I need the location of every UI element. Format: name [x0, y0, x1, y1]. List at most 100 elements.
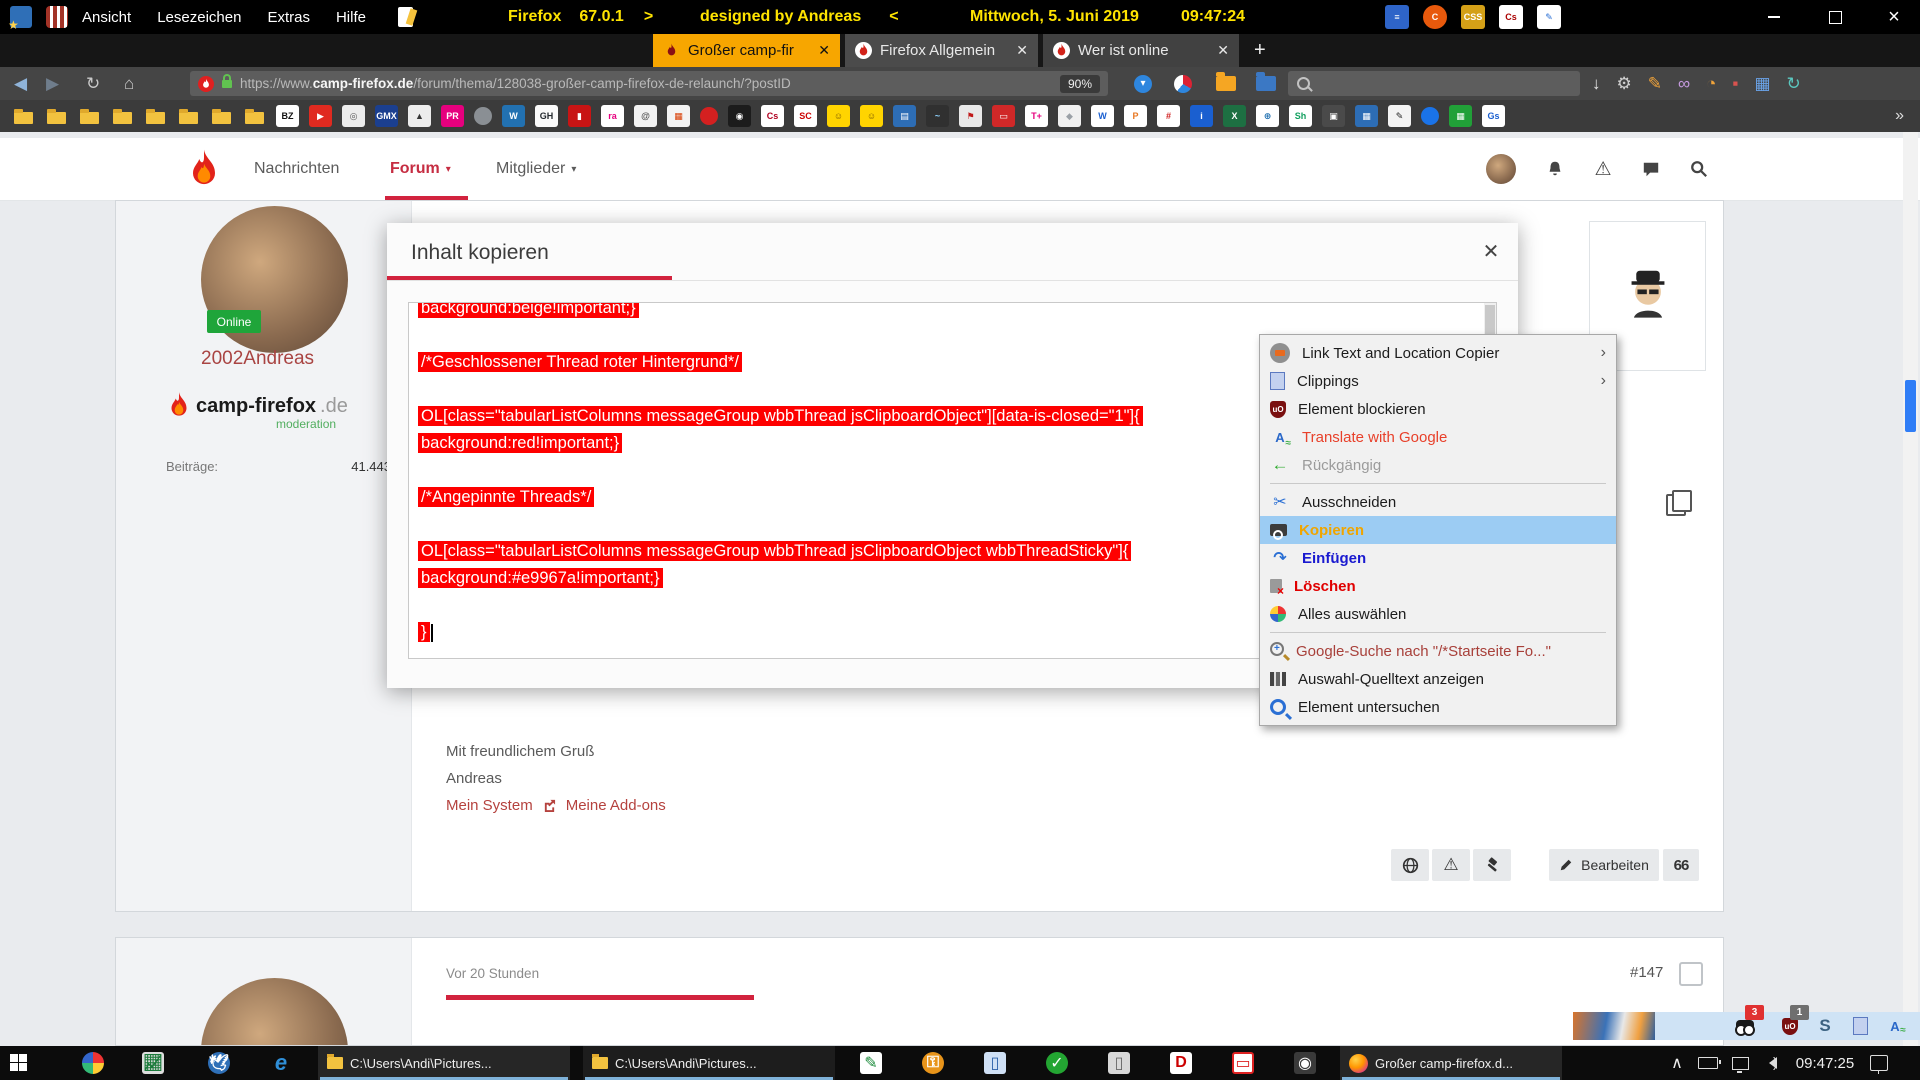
bookmark-icon[interactable]: BZ	[276, 105, 299, 127]
bookmark-icon[interactable]: T+	[1025, 105, 1048, 127]
list-icon[interactable]: ≡	[1385, 5, 1409, 29]
bookmark-icon[interactable]	[12, 105, 35, 127]
menu-item-ausschneiden[interactable]: ✂Ausschneiden	[1260, 488, 1616, 516]
edit-button[interactable]: Bearbeiten	[1549, 849, 1659, 881]
bookmark-icon[interactable]: #	[1157, 105, 1180, 127]
menu-item-alles-ausw-hlen[interactable]: Alles auswählen	[1260, 600, 1616, 628]
monitor-chart-icon[interactable]: 📈︎	[142, 1052, 164, 1074]
post-age[interactable]: Vor 20 Stunden	[446, 966, 539, 981]
moderate-gavel-button[interactable]	[1473, 849, 1511, 881]
bookmark-icon[interactable]: @	[634, 105, 657, 127]
forward-icon[interactable]: ▶	[46, 67, 59, 100]
menu-item-einf-gen[interactable]: ↷Einfügen	[1260, 544, 1616, 572]
pin-icon[interactable]: ▪	[1732, 74, 1738, 94]
search-icon[interactable]	[1685, 155, 1713, 183]
home-icon[interactable]: ⌂	[124, 67, 134, 100]
bookmark-icon[interactable]: ▦	[667, 105, 690, 127]
css-icon[interactable]: CSS	[1461, 5, 1485, 29]
tab-close-icon[interactable]: ✕	[1016, 42, 1028, 59]
notifications-bell-icon[interactable]	[1541, 155, 1569, 183]
sync-icon[interactable]: ↻	[1787, 74, 1801, 94]
bookmarks-overflow-chevron[interactable]: »	[1895, 107, 1908, 125]
tray-chevron-icon[interactable]: ∧	[1664, 1046, 1690, 1080]
taskbar-firefox-window[interactable]: Großer camp-firefox.d...	[1340, 1046, 1562, 1080]
stats-pie-icon[interactable]	[1174, 67, 1192, 100]
bookmark-icon[interactable]: Sh	[1289, 105, 1312, 127]
bookmark-icon[interactable]: ⊕	[1256, 105, 1279, 127]
edge-icon[interactable]: e	[270, 1052, 292, 1074]
infinity-icon[interactable]: ∞	[1678, 74, 1690, 94]
bookmark-icon[interactable]: ▤	[893, 105, 916, 127]
zoom-level-badge[interactable]: 90%	[1060, 75, 1100, 93]
pocket-icon[interactable]: ▾	[1134, 67, 1152, 100]
menu-item-l-schen[interactable]: Löschen	[1260, 572, 1616, 600]
gray-app-icon[interactable]: ▯	[1108, 1052, 1130, 1074]
new-tab-button[interactable]: +	[1246, 34, 1274, 67]
blue-book-icon[interactable]: ▯	[984, 1052, 1006, 1074]
site-logo-flame[interactable]	[184, 148, 224, 197]
taskbar-clock[interactable]: 09:47:25	[1788, 1046, 1862, 1080]
grid-icon[interactable]: ▦	[1754, 74, 1770, 94]
bookmark-icon[interactable]: W	[1091, 105, 1114, 127]
bookmark-icon[interactable]	[45, 105, 68, 127]
keepass-key-icon[interactable]: ⚿︎	[922, 1052, 944, 1074]
link-mein-system[interactable]: Mein System	[446, 797, 533, 814]
bookmark-icon[interactable]: ▮	[568, 105, 591, 127]
copy-pages-icon[interactable]	[1666, 494, 1686, 516]
page-scrollbar[interactable]	[1903, 132, 1918, 1046]
dialog-close-icon[interactable]: ✕	[1477, 237, 1505, 265]
close-button[interactable]: ×	[1872, 0, 1916, 34]
action-center-icon[interactable]	[1864, 1046, 1894, 1080]
bookmark-icon[interactable]	[144, 105, 167, 127]
browser-tab[interactable]: Firefox Allgemein✕	[845, 34, 1038, 67]
bookmark-icon[interactable]: X	[1223, 105, 1246, 127]
link-meine-addons[interactable]: Meine Add-ons	[566, 797, 666, 814]
nav-item-mitglieder[interactable]: Mitglieder▾	[496, 138, 576, 200]
bookmark-icon[interactable]: ☺	[827, 105, 850, 127]
menu-item-link-text-and-location-copier[interactable]: Link Text and Location Copier›	[1260, 339, 1616, 367]
bookmark-icon[interactable]: ▲	[408, 105, 431, 127]
folder-icon-blue[interactable]	[1256, 67, 1276, 100]
bookmark-icon[interactable]: i	[1190, 105, 1213, 127]
bookmark-icon[interactable]: ▦	[1449, 105, 1472, 127]
menu-item-google-suche-nach-startseite-fo[interactable]: Google-Suche nach "/*Startseite Fo..."	[1260, 637, 1616, 665]
menu-item-element-blockieren[interactable]: uOElement blockieren	[1260, 395, 1616, 423]
red-monitor-icon[interactable]: ▭	[1232, 1052, 1254, 1074]
bookmark-icon[interactable]: GH	[535, 105, 558, 127]
bookmark-icon[interactable]: P	[1124, 105, 1147, 127]
bookmark-icon[interactable]: Gs	[1482, 105, 1505, 127]
bookmark-icon[interactable]	[111, 105, 134, 127]
taskbar-explorer-window-2[interactable]: C:\Users\Andi\Pictures...	[583, 1046, 835, 1080]
scrollbar-thumb[interactable]	[1905, 380, 1916, 432]
browser-tab[interactable]: Wer ist online✕	[1043, 34, 1239, 67]
orange-c-icon[interactable]: C	[1423, 5, 1447, 29]
note-pencil-icon[interactable]	[398, 7, 413, 27]
notepad-icon[interactable]: ✎	[1537, 5, 1561, 29]
post-select-checkbox[interactable]	[1679, 962, 1703, 986]
speaker-icon[interactable]	[1756, 1046, 1784, 1080]
menu-item-r-ckg-ngig[interactable]: ←Rückgängig	[1260, 451, 1616, 479]
user-avatar[interactable]	[1486, 154, 1516, 184]
cs-icon[interactable]: Cs	[1499, 5, 1523, 29]
menu-item-clippings[interactable]: Clippings›	[1260, 367, 1616, 395]
bookmark-icon[interactable]: ◉	[728, 105, 751, 127]
bookmark-icon[interactable]: ✎	[1388, 105, 1411, 127]
d-app-icon[interactable]: D	[1170, 1052, 1192, 1074]
bookmark-icon[interactable]: ▭	[992, 105, 1015, 127]
notes-app-icon[interactable]: ✎	[860, 1052, 882, 1074]
bookmark-icon[interactable]: ⚑	[959, 105, 982, 127]
bookmark-icon[interactable]: ▶	[309, 105, 332, 127]
bookmark-icon[interactable]: SC	[794, 105, 817, 127]
brush-icon[interactable]: ✎	[1648, 74, 1662, 94]
bookmark-icon[interactable]	[1421, 107, 1439, 125]
clippings-icon[interactable]	[1850, 1016, 1870, 1036]
taskbar-explorer-window-1[interactable]: C:\Users\Andi\Pictures...	[318, 1046, 570, 1080]
menu-extras[interactable]: Extras	[267, 9, 310, 26]
thunderbird-icon[interactable]: 🕊︎	[208, 1052, 230, 1074]
bookmark-icon[interactable]	[243, 105, 266, 127]
post-number[interactable]: #147	[1630, 964, 1663, 981]
nav-item-forum[interactable]: Forum▾	[390, 138, 451, 200]
quote-button[interactable]: 66	[1663, 849, 1699, 881]
start-button[interactable]	[10, 1054, 27, 1071]
bookmark-icon[interactable]: PR	[441, 105, 464, 127]
